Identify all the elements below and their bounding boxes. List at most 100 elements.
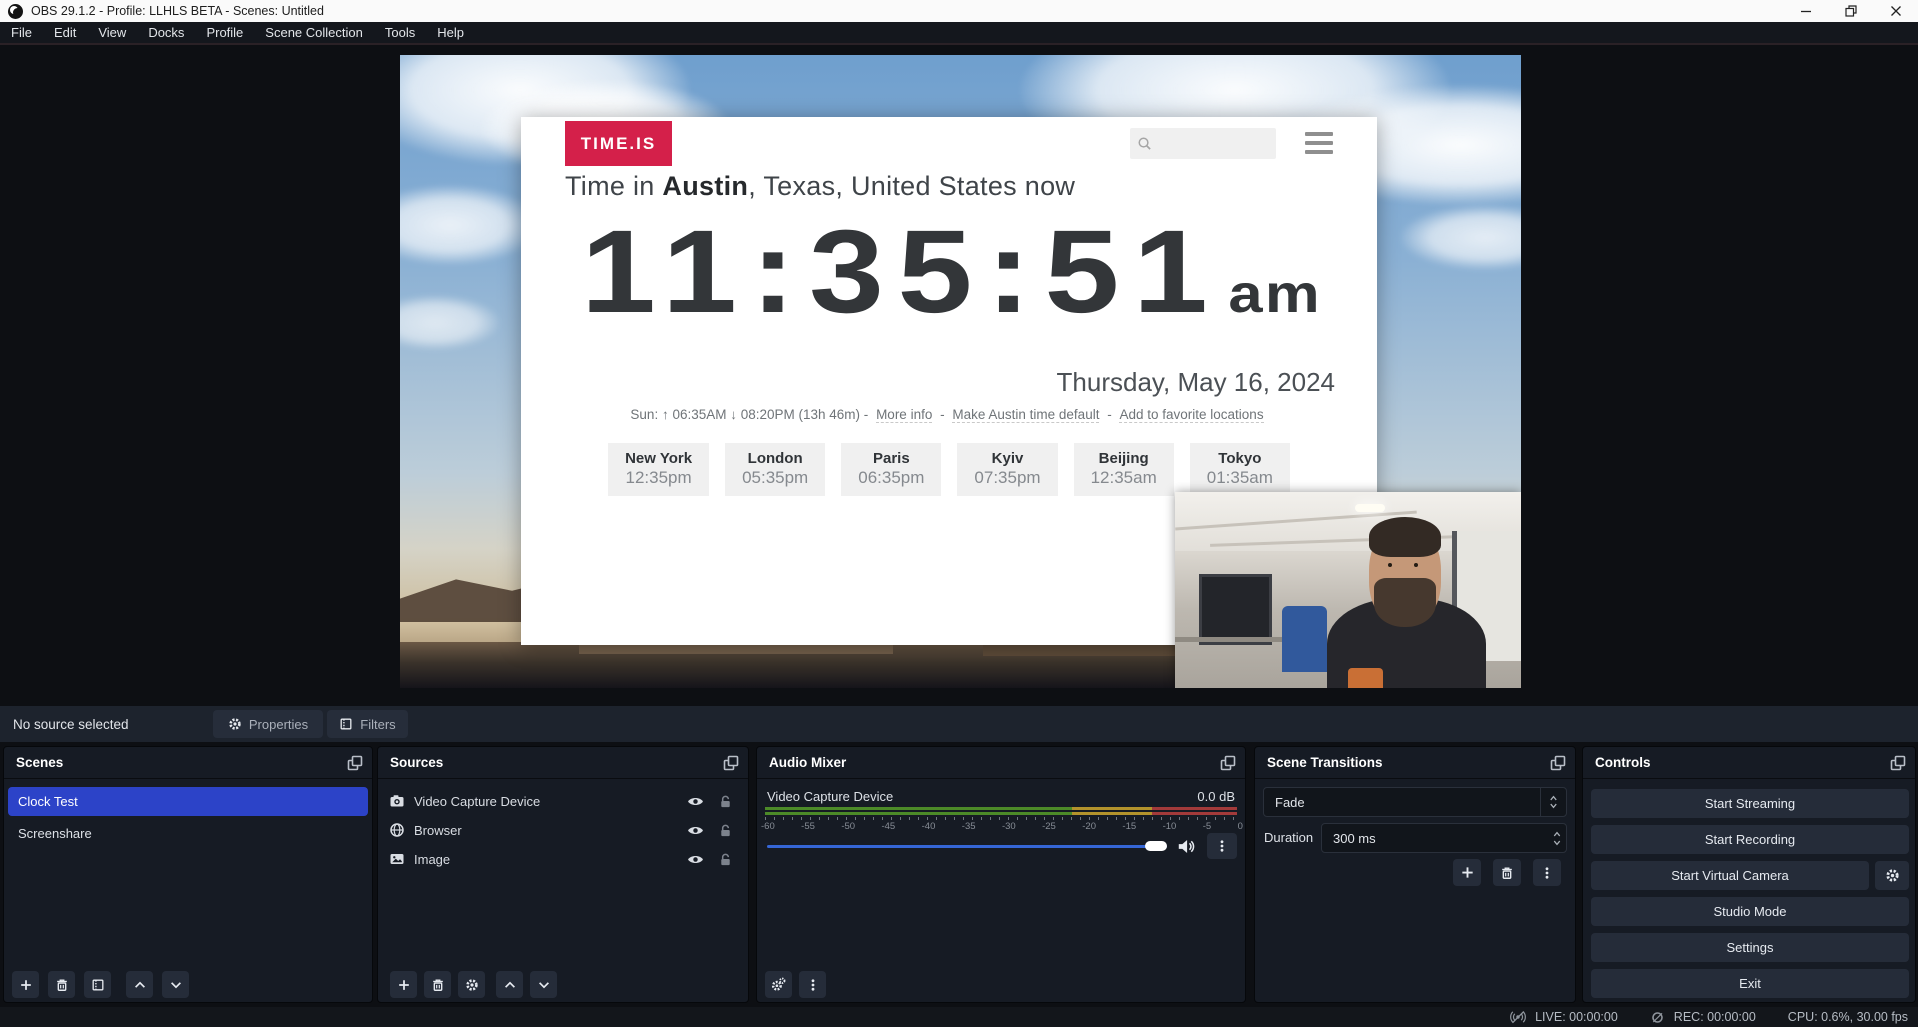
slider-handle[interactable] <box>1145 841 1167 851</box>
search-icon <box>1137 136 1152 151</box>
meter-tickmarks <box>765 817 1237 820</box>
source-move-down-button[interactable] <box>530 971 557 998</box>
remove-transition-button[interactable] <box>1493 859 1521 886</box>
eye-icon[interactable] <box>687 793 704 810</box>
city-time-box: Kyiv07:35pm <box>957 443 1057 496</box>
filters-button[interactable]: Filters <box>327 710 408 738</box>
popout-icon[interactable] <box>723 755 739 771</box>
studio-mode-button[interactable]: Studio Mode <box>1591 897 1909 926</box>
menu-tools[interactable]: Tools <box>374 25 426 40</box>
minimize-icon <box>1798 3 1814 19</box>
minimize-button[interactable] <box>1783 0 1828 22</box>
timeis-city-name: Austin <box>662 171 748 201</box>
popout-icon[interactable] <box>1220 755 1236 771</box>
lock-icon[interactable] <box>718 823 733 838</box>
speaker-icon[interactable] <box>1177 837 1196 856</box>
menu-help[interactable]: Help <box>426 25 475 40</box>
trash-icon <box>1500 866 1514 880</box>
timeis-clock: 11:35:51 am <box>581 213 1322 331</box>
lock-icon[interactable] <box>718 852 733 867</box>
exit-button[interactable]: Exit <box>1591 969 1909 998</box>
chevron-up-icon <box>1549 795 1558 801</box>
menu-profile[interactable]: Profile <box>195 25 254 40</box>
mixer-menu-button[interactable] <box>799 971 826 998</box>
transitions-header: Scene Transitions <box>1255 747 1575 779</box>
scenes-panel: Scenes Clock Test Screenshare <box>3 746 373 1003</box>
make-default-link: Make Austin time default <box>952 407 1099 423</box>
restore-button[interactable] <box>1828 0 1873 22</box>
volume-slider[interactable] <box>767 840 1167 852</box>
scene-filters-button[interactable] <box>84 971 111 998</box>
transition-duration-input[interactable]: 300 ms <box>1321 823 1567 853</box>
settings-button[interactable]: Settings <box>1591 933 1909 962</box>
menu-docks[interactable]: Docks <box>137 25 195 40</box>
chevron-up-icon <box>133 978 147 992</box>
window-title: OBS 29.1.2 - Profile: LLHLS BETA - Scene… <box>31 4 324 18</box>
eye-icon[interactable] <box>687 851 704 868</box>
preview-canvas[interactable]: TIME.IS Time in Austin, Texas, United St… <box>400 55 1521 688</box>
start-virtual-camera-button[interactable]: Start Virtual Camera <box>1591 861 1869 890</box>
transition-select[interactable]: Fade <box>1263 787 1567 817</box>
person-eye <box>1388 563 1392 567</box>
start-streaming-button[interactable]: Start Streaming <box>1591 789 1909 818</box>
menu-file[interactable]: File <box>0 25 43 40</box>
add-scene-button[interactable] <box>12 971 39 998</box>
person-beard <box>1374 578 1436 627</box>
remove-scene-button[interactable] <box>48 971 75 998</box>
live-time: LIVE: 00:00:00 <box>1535 1010 1618 1024</box>
gears-icon <box>771 977 786 992</box>
combo-chevrons <box>1540 788 1566 816</box>
scene-item-screenshare[interactable]: Screenshare <box>8 819 368 848</box>
mixer-channel-menu-button[interactable] <box>1207 833 1237 859</box>
transition-properties-button[interactable] <box>1533 859 1561 886</box>
cpu-fps-stats: CPU: 0.6%, 30.00 fps <box>1788 1010 1908 1024</box>
remove-source-button[interactable] <box>424 971 451 998</box>
restore-icon <box>1843 3 1859 19</box>
source-item-video-capture[interactable]: Video Capture Device <box>382 787 744 815</box>
stream-inactive-icon <box>1510 1009 1526 1025</box>
popout-icon[interactable] <box>1550 755 1566 771</box>
properties-button[interactable]: Properties <box>213 710 323 738</box>
popout-icon[interactable] <box>347 755 363 771</box>
source-properties-button[interactable] <box>458 971 485 998</box>
lock-icon[interactable] <box>718 794 733 809</box>
chevron-up-icon <box>503 978 517 992</box>
filter-icon <box>339 717 353 731</box>
popout-icon[interactable] <box>1890 755 1906 771</box>
menu-scene-collection[interactable]: Scene Collection <box>254 25 374 40</box>
globe-icon <box>389 822 405 838</box>
source-item-browser[interactable]: Browser <box>382 816 744 844</box>
menu-edit[interactable]: Edit <box>43 25 87 40</box>
timeis-date: Thursday, May 16, 2024 <box>1057 367 1335 398</box>
advanced-audio-button[interactable] <box>765 971 792 998</box>
sources-panel: Sources Video Capture Device Browser Ima… <box>377 746 749 1003</box>
audio-mixer-header: Audio Mixer <box>757 747 1245 779</box>
menu-view[interactable]: View <box>87 25 137 40</box>
virtual-camera-settings-button[interactable] <box>1875 861 1909 890</box>
dock-area: Scenes Clock Test Screenshare Sources Vi… <box>0 746 1918 1005</box>
hamburger-menu-icon <box>1305 132 1333 154</box>
add-source-button[interactable] <box>390 971 417 998</box>
close-button[interactable] <box>1873 0 1918 22</box>
trash-icon <box>431 978 445 992</box>
source-move-up-button[interactable] <box>496 971 523 998</box>
scene-item-clock-test[interactable]: Clock Test <box>8 787 368 816</box>
add-transition-button[interactable] <box>1453 859 1481 886</box>
source-status-label: No source selected <box>13 717 129 732</box>
chevron-down-icon <box>537 978 551 992</box>
rec-time: REC: 00:00:00 <box>1674 1010 1756 1024</box>
menu-bar: File Edit View Docks Profile Scene Colle… <box>0 22 1918 45</box>
person-hair <box>1369 517 1442 556</box>
chevron-down-icon <box>1552 840 1562 846</box>
start-recording-button[interactable]: Start Recording <box>1591 825 1909 854</box>
scene-transitions-panel: Scene Transitions Fade Duration 300 ms <box>1254 746 1576 1003</box>
eye-icon[interactable] <box>687 822 704 839</box>
clock-digits: 11:35:51 <box>581 213 1222 331</box>
scene-move-down-button[interactable] <box>162 971 189 998</box>
scene-move-up-button[interactable] <box>126 971 153 998</box>
source-item-image[interactable]: Image <box>382 845 744 873</box>
audio-mixer-panel: Audio Mixer Video Capture Device 0.0 dB … <box>756 746 1246 1003</box>
spinbox-arrows[interactable] <box>1552 824 1562 852</box>
plus-icon <box>1460 865 1475 880</box>
chevron-down-icon <box>1549 803 1558 809</box>
